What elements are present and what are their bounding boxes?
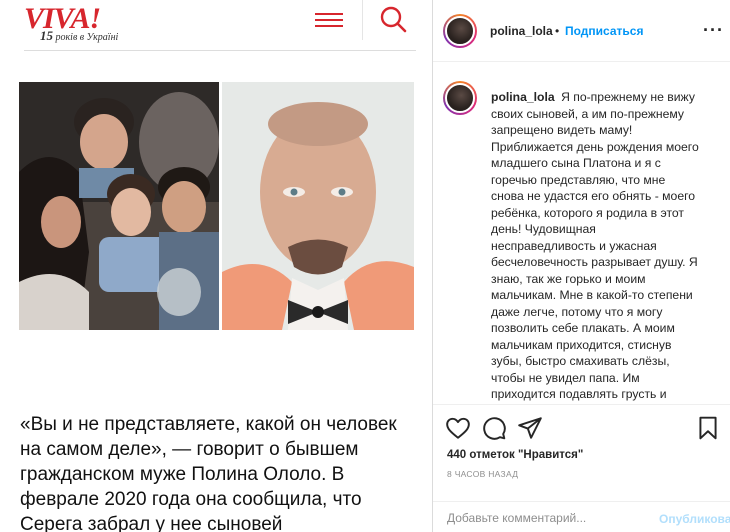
follow-button[interactable]: Подписаться bbox=[565, 24, 643, 38]
menu-icon[interactable] bbox=[313, 9, 345, 33]
post-header: polina_lola • Подписаться ··· bbox=[433, 0, 730, 62]
family-photo bbox=[19, 82, 219, 330]
likes-count[interactable]: 440 отметок "Нравится" bbox=[447, 449, 583, 461]
caption-body: Я по-прежнему не вижу своих сыновей, а и… bbox=[491, 90, 699, 404]
more-icon[interactable]: ··· bbox=[703, 20, 724, 41]
bookmark-icon[interactable] bbox=[695, 415, 721, 441]
tagline-number: 15 bbox=[40, 28, 53, 43]
instagram-panel: polina_lola • Подписаться ··· polina_lol… bbox=[433, 0, 730, 532]
header-rule bbox=[24, 50, 416, 51]
post-timestamp[interactable]: 8 ЧАСОВ НАЗАД bbox=[447, 469, 518, 479]
tagline-text: років в Україні bbox=[55, 32, 119, 43]
article-panel: VIVA! 15 років в Україні «Вы и не предст… bbox=[0, 0, 432, 532]
comment-input[interactable] bbox=[447, 509, 637, 527]
header-username[interactable]: polina_lola bbox=[490, 24, 553, 38]
comment-icon[interactable] bbox=[481, 415, 507, 441]
avatar-image bbox=[445, 16, 475, 46]
article-quote: «Вы и не представляете, какой он человек… bbox=[20, 414, 397, 532]
search-icon[interactable] bbox=[378, 4, 408, 34]
caption: polina_lola Я по-прежнему не вижу своих … bbox=[491, 89, 701, 404]
caption-scroll[interactable]: polina_lola Я по-прежнему не вижу своих … bbox=[433, 63, 730, 404]
site-header: VIVA! 15 років в Україні bbox=[0, 0, 432, 50]
header-divider bbox=[362, 0, 363, 40]
viva-tagline: 15 років в Україні bbox=[40, 28, 118, 44]
caption-username[interactable]: polina_lola bbox=[491, 90, 555, 104]
avatar[interactable] bbox=[443, 14, 477, 48]
header-separator: • bbox=[555, 24, 560, 38]
publish-button[interactable]: Опубликовать bbox=[659, 512, 730, 526]
caption-avatar-image bbox=[445, 83, 475, 113]
caption-avatar[interactable] bbox=[443, 81, 477, 115]
comment-form: Опубликовать bbox=[433, 501, 730, 532]
heart-icon[interactable] bbox=[445, 415, 471, 441]
post-actions: 440 отметок "Нравится" 8 ЧАСОВ НАЗАД Опу… bbox=[433, 404, 730, 532]
share-icon[interactable] bbox=[517, 415, 543, 441]
man-photo bbox=[222, 82, 414, 330]
